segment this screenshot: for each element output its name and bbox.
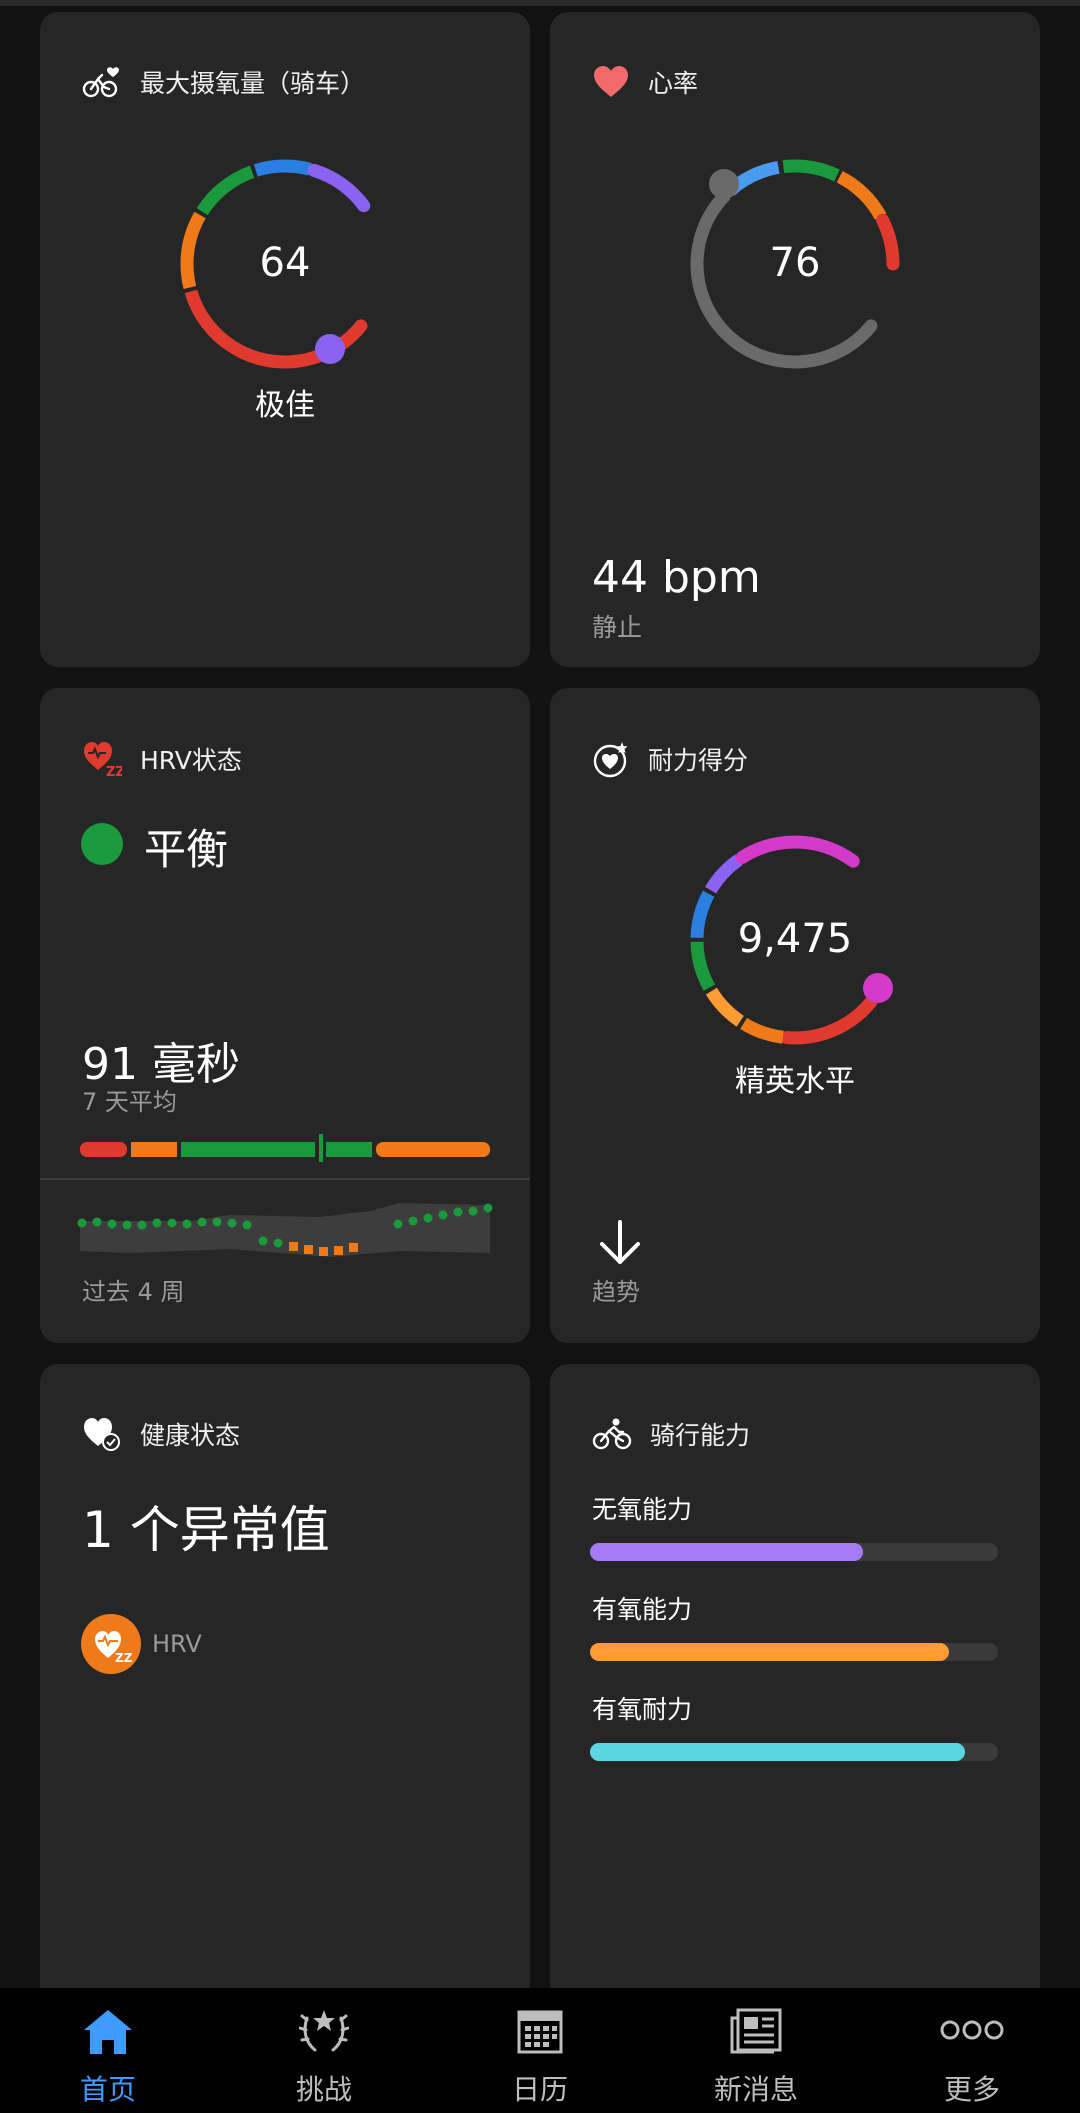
health-outliers: 1 个异常值 xyxy=(82,1501,330,1559)
home-icon xyxy=(84,2010,132,2054)
status-bar-strip xyxy=(0,0,1080,6)
aerobic-bar-fill xyxy=(590,1643,950,1661)
vo2max-card[interactable]: 最大摄氧量（骑车） 64 极佳 xyxy=(40,12,530,667)
health-status-card[interactable]: 健康状态 1 个异常值 ZZ HRV xyxy=(40,1364,530,1988)
resting-heart-rate-value: 44 bpm xyxy=(592,552,761,603)
aerobic-bar xyxy=(590,1643,998,1661)
nav-more-label: 更多 xyxy=(943,2073,1000,2106)
anaerobic-bar xyxy=(590,1543,998,1561)
aerobic-endurance-bar xyxy=(590,1743,998,1761)
hrv-card-title: ZZ HRV状态 xyxy=(82,740,242,778)
nav-newsfeed[interactable]: 新消息 xyxy=(648,1988,864,2113)
health-card-title: 健康状态 xyxy=(82,1416,240,1452)
endurance-trend-label: 趋势 xyxy=(592,1278,640,1306)
hrv-divider xyxy=(40,1178,530,1180)
heart-rate-value: 76 xyxy=(769,240,821,286)
nav-home[interactable]: 首页 xyxy=(0,1988,216,2113)
hrv-baseline-bar xyxy=(80,1134,490,1162)
health-title-text: 健康状态 xyxy=(140,1421,241,1450)
hrv-status-text: 平衡 xyxy=(144,825,229,874)
aerobic-label: 有氧能力 xyxy=(592,1595,693,1624)
newspaper-icon xyxy=(730,2008,782,2054)
nav-more[interactable]: 更多 xyxy=(864,1988,1080,2113)
svg-text:ZZ: ZZ xyxy=(106,765,122,778)
anaerobic-bar-fill xyxy=(590,1543,864,1561)
endurance-rating: 精英水平 xyxy=(735,1064,855,1099)
heart-rate-card[interactable]: 心率 76 44 bpm 静止 xyxy=(550,12,1040,667)
bike-icon xyxy=(592,1418,632,1450)
endurance-card-title: 耐力得分 xyxy=(592,740,748,778)
endurance-title-text: 耐力得分 xyxy=(648,746,749,775)
hrv-weeks-label: 过去 4 周 xyxy=(82,1278,185,1306)
aerobic-endurance-label: 有氧耐力 xyxy=(592,1695,693,1724)
heart-rate-card-title: 心率 xyxy=(592,64,698,100)
nav-newsfeed-label: 新消息 xyxy=(713,2073,798,2106)
anaerobic-label: 无氧能力 xyxy=(592,1495,693,1524)
vo2max-title-text: 最大摄氧量（骑车） xyxy=(140,69,366,98)
cycling-ability-card[interactable]: 骑行能力 无氧能力 有氧能力 有氧耐力 xyxy=(550,1364,1040,1988)
vo2max-card-title: 最大摄氧量（骑车） xyxy=(82,64,365,100)
heart-star-icon xyxy=(593,742,628,778)
heart-icon xyxy=(594,66,628,97)
hrv-status-card[interactable]: ZZ HRV状态 平衡 91 毫秒 7 天平均 过去 4 周 xyxy=(40,688,530,1343)
hrv-title-text: HRV状态 xyxy=(140,746,242,775)
nav-challenges-label: 挑战 xyxy=(295,2073,352,2106)
nav-calendar[interactable]: 日历 xyxy=(432,1988,648,2113)
hrv-average-label: 7 天平均 xyxy=(82,1088,177,1116)
nav-calendar-label: 日历 xyxy=(511,2073,568,2106)
cycling-card-title: 骑行能力 xyxy=(592,1416,750,1452)
hrv-weekly-chart xyxy=(77,1203,493,1257)
heart-zz-icon: ZZ xyxy=(95,1631,133,1665)
heart-check-icon xyxy=(84,1418,120,1451)
heart-rate-title-text: 心率 xyxy=(648,69,699,98)
nav-challenges[interactable]: 挑战 xyxy=(216,1988,432,2113)
arrow-down-icon xyxy=(600,1220,640,1264)
endurance-score-card[interactable]: 耐力得分 9,475 精英水平 趋势 xyxy=(550,688,1040,1343)
laurel-icon xyxy=(299,2010,349,2052)
hrv-status-dot xyxy=(81,823,123,865)
more-icon xyxy=(940,2020,1004,2040)
aerobic-endurance-bar-fill xyxy=(590,1743,966,1761)
vo2max-value: 64 xyxy=(259,240,311,286)
svg-text:ZZ: ZZ xyxy=(115,1651,133,1665)
resting-heart-rate-label: 静止 xyxy=(592,613,643,642)
calendar-icon xyxy=(517,2010,563,2054)
cycling-title-text: 骑行能力 xyxy=(650,1421,751,1450)
bike-heart-icon xyxy=(82,67,119,98)
heart-zz-icon: ZZ xyxy=(84,742,122,778)
nav-home-label: 首页 xyxy=(79,2073,136,2106)
vo2max-rating: 极佳 xyxy=(255,388,315,423)
hrv-outlier-label: HRV xyxy=(152,1630,202,1658)
bottom-navigation: 首页 挑战 日历 新消息 更多 xyxy=(0,1988,1080,2113)
endurance-value: 9,475 xyxy=(737,916,853,962)
hrv-outlier-badge: ZZ xyxy=(81,1614,141,1674)
